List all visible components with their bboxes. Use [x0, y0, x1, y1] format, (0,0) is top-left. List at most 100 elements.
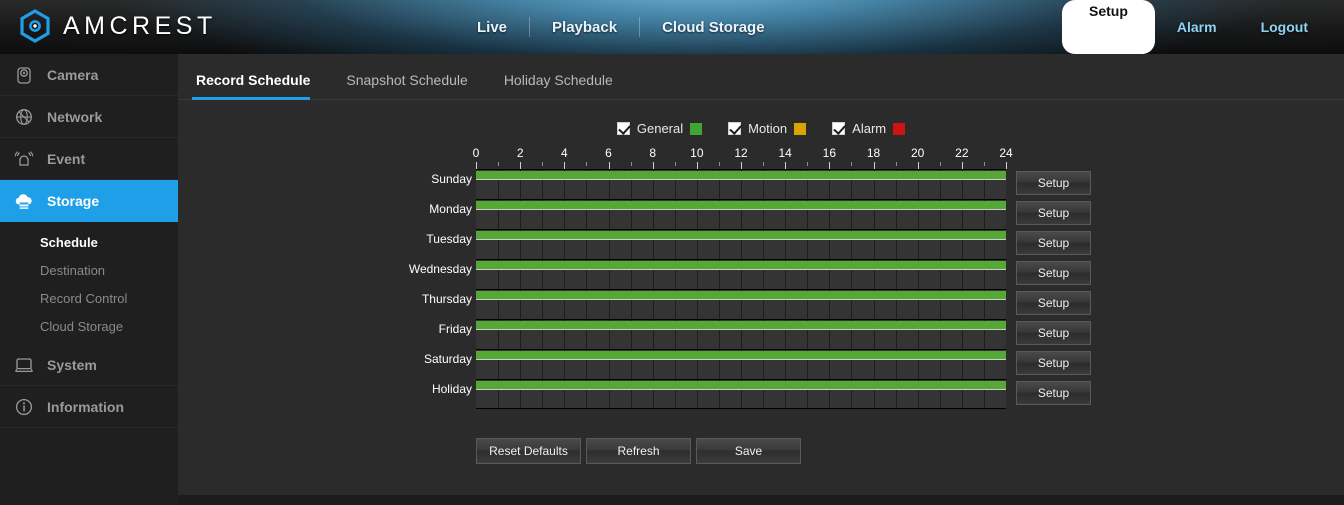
tab-record-schedule[interactable]: Record Schedule	[192, 72, 328, 100]
general-checkbox[interactable]	[616, 122, 630, 135]
nav-cloud-storage[interactable]: Cloud Storage	[640, 0, 787, 54]
axis-tick-label: 16	[822, 146, 837, 160]
axis-tick	[564, 162, 566, 169]
sidebar-item-network[interactable]: Network	[0, 96, 178, 138]
sidebar-label: Event	[47, 150, 86, 167]
legend-alarm[interactable]: Alarm	[832, 121, 906, 136]
account-navigation: Setup Alarm Logout	[1062, 0, 1330, 54]
day-label: Saturday	[423, 352, 472, 366]
sidebar-label: Camera	[47, 66, 99, 83]
row-setup-button[interactable]: Setup	[1016, 231, 1091, 255]
row-setup-button[interactable]: Setup	[1016, 381, 1091, 405]
save-button[interactable]: Save	[696, 438, 801, 464]
sidebar-subitem-record-control[interactable]: Record Control	[0, 284, 178, 312]
axis-tick	[785, 162, 787, 169]
axis-tick	[630, 162, 632, 166]
nav-playback[interactable]: Playback	[530, 0, 639, 54]
schedule-row[interactable]: Wednesday Setup	[409, 259, 1091, 289]
axis-tick	[520, 162, 522, 169]
row-setup-button[interactable]: Setup	[1016, 291, 1091, 315]
axis-tick-label: 6	[605, 146, 612, 160]
axis-tick	[608, 162, 610, 169]
axis-tick	[498, 162, 500, 166]
axis-tick	[939, 162, 941, 166]
axis-tick-label: 0	[472, 146, 480, 160]
tab-label: Snapshot Schedule	[346, 72, 468, 88]
axis-tick	[983, 162, 985, 166]
schedule-row[interactable]: Friday Setup	[439, 319, 1091, 349]
axis-tick	[674, 162, 676, 166]
schedule-row[interactable]: Sunday Setup	[431, 169, 1091, 199]
row-setup-button[interactable]: Setup	[1016, 201, 1091, 225]
sidebar-item-storage[interactable]: Storage	[0, 180, 190, 222]
row-setup-button[interactable]: Setup	[1016, 171, 1091, 195]
time-axis-ticks	[476, 162, 1007, 169]
sidebar-subitem-cloud-storage[interactable]: Cloud Storage	[0, 312, 178, 340]
general-schedule-bar[interactable]	[476, 261, 1006, 270]
general-schedule-bar[interactable]	[476, 171, 1006, 180]
sidebar: Camera Network Event Storage Schedule De…	[0, 54, 190, 505]
axis-tick-label: 20	[910, 146, 925, 160]
legend-motion[interactable]: Motion	[728, 121, 807, 136]
axis-tick	[542, 162, 544, 166]
tab-snapshot-schedule[interactable]: Snapshot Schedule	[342, 72, 485, 99]
tab-label: Record Schedule	[196, 72, 311, 88]
nav-alarm[interactable]: Alarm	[1155, 0, 1239, 54]
legend-label: Alarm	[852, 121, 887, 136]
day-label: Thursday	[421, 292, 472, 306]
reset-defaults-button[interactable]: Reset Defaults	[476, 438, 581, 464]
sidebar-sublabel: Cloud Storage	[40, 318, 124, 334]
schedule-row[interactable]: Monday Setup	[429, 199, 1091, 229]
main-navigation: Live Playback Cloud Storage	[455, 0, 787, 54]
sidebar-subitem-destination[interactable]: Destination	[0, 256, 178, 284]
axis-tick	[586, 162, 588, 166]
nav-logout[interactable]: Logout	[1239, 0, 1330, 54]
row-setup-button[interactable]: Setup	[1016, 321, 1091, 345]
general-schedule-bar[interactable]	[476, 381, 1006, 390]
action-buttons: Reset Defaults Refresh Save	[476, 438, 801, 464]
general-color-swatch	[690, 122, 703, 135]
day-label: Sunday	[431, 172, 472, 186]
refresh-button[interactable]: Refresh	[586, 438, 691, 464]
axis-tick	[917, 162, 919, 169]
motion-checkbox[interactable]	[728, 122, 742, 135]
nav-live[interactable]: Live	[455, 0, 529, 54]
app-header: AMCREST Live Playback Cloud Storage Setu…	[0, 0, 1344, 54]
sidebar-sublabel: Destination	[40, 262, 106, 278]
nav-setup[interactable]: Setup	[1062, 0, 1155, 54]
legend-general[interactable]: General	[616, 121, 703, 136]
general-schedule-bar[interactable]	[476, 231, 1006, 240]
axis-tick	[696, 162, 698, 169]
axis-tick-label: 24	[999, 146, 1013, 160]
sidebar-item-information[interactable]: Information	[0, 386, 178, 428]
axis-tick-label: 4	[560, 146, 568, 160]
sidebar-item-camera[interactable]: Camera	[0, 54, 178, 96]
sidebar-item-system[interactable]: System	[0, 344, 178, 386]
schedule-row[interactable]: Saturday Setup	[424, 349, 1091, 379]
sidebar-item-event[interactable]: Event	[0, 138, 178, 180]
general-schedule-bar[interactable]	[476, 321, 1006, 330]
day-label: Monday	[429, 202, 472, 216]
row-setup-button[interactable]: Setup	[1016, 351, 1091, 375]
legend-label: Motion	[748, 121, 788, 136]
schedule-row[interactable]: Thursday Setup	[422, 289, 1091, 319]
axis-tick	[476, 162, 477, 169]
brand-logo[interactable]: AMCREST	[16, 7, 217, 45]
hexagon-logo-icon	[16, 7, 54, 45]
legend-label: General	[636, 121, 684, 136]
row-setup-button[interactable]: Setup	[1016, 261, 1091, 285]
monitor-system-icon	[13, 354, 35, 376]
alarm-checkbox[interactable]	[832, 122, 846, 135]
schedule-row[interactable]: Holiday Setup	[432, 379, 1091, 409]
sidebar-sublabel: Schedule	[40, 234, 98, 250]
general-schedule-bar[interactable]	[476, 201, 1006, 210]
alarm-color-swatch	[893, 122, 906, 135]
axis-tick	[763, 162, 765, 166]
sidebar-subitem-schedule[interactable]: Schedule	[0, 228, 178, 256]
general-schedule-bar[interactable]	[476, 351, 1006, 360]
general-schedule-bar[interactable]	[476, 291, 1006, 300]
tab-holiday-schedule[interactable]: Holiday Schedule	[500, 72, 631, 99]
axis-tick-label: 22	[955, 146, 969, 160]
schedule-row[interactable]: Tuesday Setup	[426, 229, 1091, 259]
axis-tick	[652, 162, 654, 169]
